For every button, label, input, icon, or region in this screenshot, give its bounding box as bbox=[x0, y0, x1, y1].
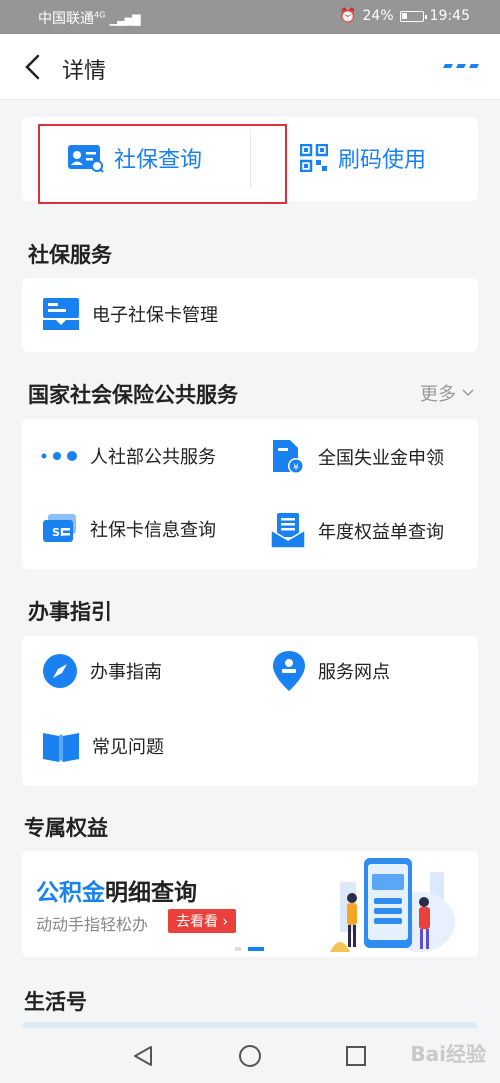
svg-text:¥: ¥ bbox=[293, 463, 299, 473]
item-label: 办事指南 bbox=[90, 662, 162, 683]
section-title-guide: 办事指引 bbox=[28, 600, 112, 624]
qr-code-icon bbox=[300, 144, 328, 172]
battery-icon bbox=[399, 10, 427, 22]
watermark: Bai经验 bbox=[410, 1042, 486, 1066]
grid-item-faq[interactable]: 常见问题 bbox=[42, 728, 164, 764]
app-header: 详情 bbox=[0, 34, 500, 100]
compass-icon bbox=[43, 654, 77, 688]
grid-item-mohrss[interactable]: 人社部公共服务 bbox=[40, 438, 216, 474]
nav-back-icon[interactable] bbox=[132, 1045, 154, 1067]
envelope-doc-icon bbox=[270, 513, 306, 549]
item-label: 人社部公共服务 bbox=[90, 447, 216, 468]
carrier-label: 中国联通4G ▁▃▅▇ bbox=[38, 10, 141, 27]
banner-go-button[interactable]: 去看看 › bbox=[168, 909, 237, 933]
back-arrow-icon[interactable] bbox=[18, 50, 52, 84]
banner-title-highlight: 公积金 bbox=[36, 880, 105, 906]
yuan-document-icon: ¥ bbox=[273, 440, 304, 474]
scan-code-button[interactable]: 刷码使用 bbox=[300, 142, 426, 174]
list-item-card-manage[interactable]: 电子社保卡管理 bbox=[42, 296, 218, 332]
nav-home-icon[interactable] bbox=[238, 1044, 262, 1068]
item-label: 社保卡信息查询 bbox=[90, 520, 216, 541]
clock: 19:45 bbox=[429, 8, 470, 24]
scan-code-label: 刷码使用 bbox=[338, 148, 427, 173]
banner-title-rest: 明细查询 bbox=[105, 880, 197, 906]
more-link[interactable]: 更多 bbox=[420, 380, 474, 406]
chevron-down-icon bbox=[462, 389, 474, 397]
grid-item-unemployment[interactable]: ¥ 全国失业金申领 bbox=[270, 438, 444, 476]
banner-title: 公积金明细查询 bbox=[36, 873, 197, 907]
nav-recent-icon[interactable] bbox=[345, 1045, 367, 1067]
banner-illustration bbox=[330, 858, 455, 952]
item-label: 年度权益单查询 bbox=[318, 522, 444, 543]
alarm-icon: ⏰ bbox=[339, 8, 357, 24]
page-title: 详情 bbox=[62, 59, 107, 84]
section-title-exclusive: 专属权益 bbox=[24, 816, 108, 840]
more-label: 更多 bbox=[420, 384, 456, 405]
dots-icon bbox=[41, 451, 77, 461]
svg-text:SI: SI bbox=[52, 526, 64, 539]
carousel-dot[interactable] bbox=[235, 947, 241, 951]
banner-subtitle: 动动手指轻松办 bbox=[36, 915, 149, 934]
si-card-icon: SI bbox=[43, 514, 76, 542]
item-label: 服务网点 bbox=[318, 662, 390, 683]
grid-item-annual-statement[interactable]: 年度权益单查询 bbox=[270, 512, 444, 550]
grid-item-card-info[interactable]: SI 社保卡信息查询 bbox=[42, 512, 216, 546]
section-title-national: 国家社会保险公共服务 bbox=[28, 383, 238, 407]
status-bar: 中国联通4G ▁▃▅▇ ⏰ 24% 19:45 bbox=[0, 0, 500, 34]
signal-icon: ▁▃▅▇ bbox=[109, 13, 141, 26]
book-icon bbox=[43, 733, 79, 762]
grid-item-guide[interactable]: 办事指南 bbox=[42, 653, 162, 689]
carousel-dot-active[interactable] bbox=[248, 947, 264, 951]
grid-item-outlets[interactable]: 服务网点 bbox=[272, 650, 390, 692]
status-right: ⏰ 24% 19:45 bbox=[339, 8, 470, 24]
more-options-icon[interactable] bbox=[443, 64, 479, 68]
item-label: 电子社保卡管理 bbox=[92, 305, 218, 326]
battery-percent: 24% bbox=[362, 8, 394, 24]
section-title-social-service: 社保服务 bbox=[28, 243, 112, 267]
card-manage-icon bbox=[43, 298, 79, 330]
location-pin-icon bbox=[273, 651, 305, 691]
highlight-box bbox=[38, 124, 287, 204]
item-label: 全国失业金申领 bbox=[318, 448, 444, 469]
section-title-life: 生活号 bbox=[24, 990, 87, 1014]
item-label: 常见问题 bbox=[92, 737, 164, 758]
